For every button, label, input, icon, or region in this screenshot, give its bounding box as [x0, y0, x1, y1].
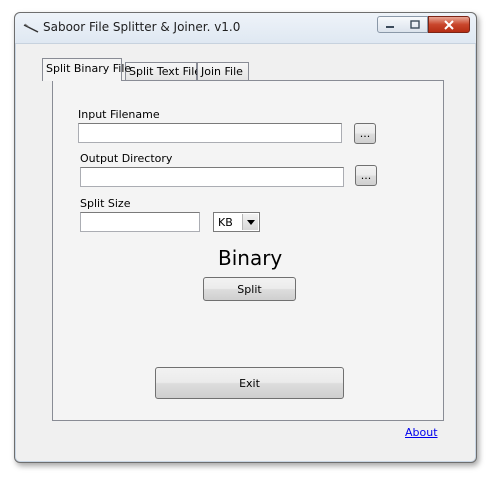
title-bar[interactable]: Saboor File Splitter & Joiner. v1.0 [15, 13, 476, 44]
browse-output-button[interactable]: ... [355, 165, 377, 186]
app-icon [23, 22, 39, 36]
minimize-icon [386, 25, 394, 28]
browse-input-button[interactable]: ... [354, 123, 376, 144]
output-directory-field[interactable] [80, 167, 344, 187]
split-size-label: Split Size [80, 197, 131, 210]
chevron-down-icon[interactable] [242, 214, 258, 230]
tab-split-binary-file[interactable]: Split Binary File [42, 58, 131, 81]
window-title: Saboor File Splitter & Joiner. v1.0 [43, 20, 241, 34]
input-filename-field[interactable] [78, 123, 342, 143]
exit-button[interactable]: Exit [155, 367, 344, 399]
maximize-icon [409, 20, 420, 29]
split-button[interactable]: Split [203, 277, 296, 301]
close-button[interactable] [428, 16, 470, 33]
tab-join-file[interactable]: Join File [197, 62, 249, 81]
about-link[interactable]: About [405, 426, 438, 439]
unit-select-value: KB [218, 216, 233, 229]
maximize-button[interactable] [402, 16, 428, 33]
unit-select[interactable]: KB [213, 212, 260, 232]
input-filename-label: Input Filename [78, 108, 160, 121]
tab-split-text-file[interactable]: Split Text File [125, 62, 201, 81]
split-size-field[interactable] [80, 212, 200, 232]
mode-title: Binary [218, 246, 283, 270]
minimize-button[interactable] [377, 16, 403, 33]
close-icon [444, 19, 454, 30]
split-button-label: Split [237, 282, 262, 296]
exit-button-label: Exit [239, 376, 260, 390]
output-directory-label: Output Directory [80, 152, 173, 165]
